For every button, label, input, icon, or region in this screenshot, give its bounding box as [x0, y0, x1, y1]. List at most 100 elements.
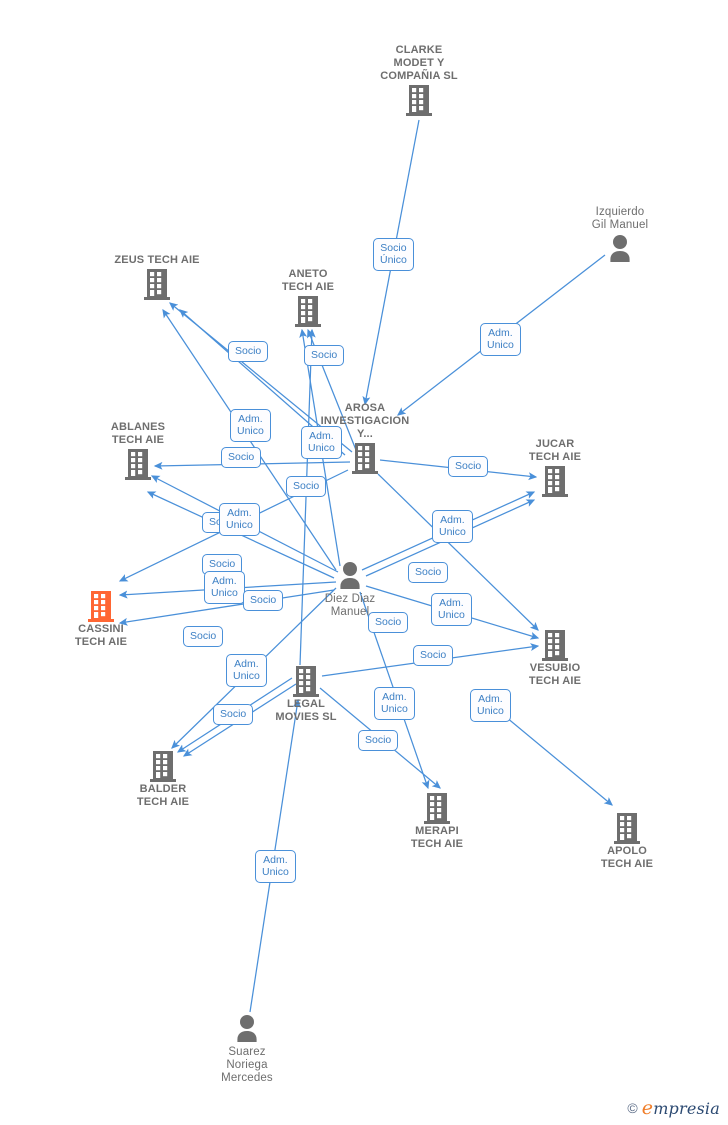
building-icon: [349, 83, 489, 117]
relation-label-line: Adm.: [382, 691, 407, 703]
node-jucar[interactable]: JUCAR TECH AIE: [485, 438, 625, 498]
node-label: APOLO TECH AIE: [600, 845, 654, 870]
relation-label-line: Socio: [311, 349, 338, 361]
relation-label-r16[interactable]: Socio: [243, 590, 284, 611]
node-label: Suarez Noriega Mercedes: [221, 1046, 273, 1084]
relation-label-line: Socio: [209, 558, 236, 570]
relation-label-line: Socio: [420, 649, 447, 661]
relation-label-line: Unico: [477, 705, 504, 717]
relation-label-r05[interactable]: Adm. Unico: [230, 409, 271, 442]
relation-label-r20[interactable]: Socio: [413, 645, 454, 666]
empresia-logo: empresia: [642, 1097, 720, 1119]
node-izquierdo[interactable]: Izquierdo Gil Manuel: [550, 206, 690, 266]
relation-label-r23[interactable]: Adm. Unico: [470, 689, 511, 722]
relation-label-line: Unico: [237, 425, 264, 437]
relation-label-line: Único: [380, 254, 407, 266]
building-icon: [238, 294, 378, 328]
relation-label-line: Unico: [262, 866, 289, 878]
relation-label-line: Socio: [365, 734, 392, 746]
copyright-icon: ©: [627, 1100, 638, 1116]
person-icon: [177, 1012, 317, 1046]
building-icon: [485, 628, 625, 662]
node-ablanes[interactable]: ABLANES TECH AIE: [68, 421, 208, 481]
relation-label-r03[interactable]: Socio: [228, 341, 269, 362]
node-vesubio[interactable]: VESUBIO TECH AIE: [485, 628, 625, 688]
relation-label-line: Unico: [438, 609, 465, 621]
building-icon: [68, 447, 208, 481]
node-aneto[interactable]: ANETO TECH AIE: [238, 268, 378, 328]
relation-label-line: Unico: [439, 526, 466, 538]
network-graph-canvas[interactable]: CLARKE MODET Y COMPAÑIA SL Izquierdo Gil Man…: [0, 0, 728, 1125]
relation-label-line: Socio: [228, 451, 255, 463]
node-label: VESUBIO TECH AIE: [528, 662, 582, 687]
relation-label-line: Unico: [226, 519, 253, 531]
relation-label-r11[interactable]: Adm. Unico: [219, 503, 260, 536]
node-label: JUCAR TECH AIE: [528, 438, 582, 463]
node-apolo[interactable]: APOLO TECH AIE: [557, 811, 697, 871]
relation-label-r21[interactable]: Adm. Unico: [226, 654, 267, 687]
node-suarez[interactable]: Suarez Noriega Mercedes: [177, 1012, 317, 1085]
node-merapi[interactable]: MERAPI TECH AIE: [367, 791, 507, 851]
relation-label-line: Socio: [235, 345, 262, 357]
building-icon: [87, 267, 227, 301]
relation-label-r25[interactable]: Socio: [358, 730, 399, 751]
relation-label-r15[interactable]: Adm. Unico: [204, 571, 245, 604]
empresia-logo-initial: e: [641, 1097, 654, 1119]
relation-label-r02[interactable]: Adm. Unico: [480, 323, 521, 356]
relation-label-line: Socio: [415, 566, 442, 578]
relation-label-line: Socio: [250, 594, 277, 606]
relation-label-r06[interactable]: Adm. Unico: [301, 426, 342, 459]
person-icon: [280, 559, 420, 593]
relation-label-r04[interactable]: Socio: [304, 345, 345, 366]
node-label: Izquierdo Gil Manuel: [591, 206, 649, 231]
node-diez[interactable]: Diez Diaz Manuel: [280, 559, 420, 619]
edge-vesubio-to-apolo: [499, 711, 613, 806]
relation-label-line: Adm.: [309, 430, 334, 442]
node-label: BALDER TECH AIE: [136, 783, 190, 808]
relation-label-line: Adm.: [227, 507, 252, 519]
person-icon: [550, 232, 690, 266]
relation-label-line: Unico: [381, 703, 408, 715]
node-cassini[interactable]: CASSINI TECH AIE: [31, 589, 171, 649]
building-icon: [557, 811, 697, 845]
relation-label-line: Adm.: [488, 327, 513, 339]
relation-label-r12[interactable]: Adm. Unico: [432, 510, 473, 543]
relation-label-r24[interactable]: Socio: [213, 704, 254, 725]
relation-label-r01[interactable]: Socio Único: [373, 238, 414, 271]
relation-label-r07[interactable]: Socio: [221, 447, 262, 468]
relation-label-r26[interactable]: Adm. Unico: [255, 850, 296, 883]
relation-label-line: Unico: [308, 442, 335, 454]
building-icon: [31, 589, 171, 623]
relation-label-line: Adm.: [234, 658, 259, 670]
watermark: © empresia: [627, 1097, 720, 1119]
relation-label-r18[interactable]: Socio: [368, 612, 409, 633]
node-clarke[interactable]: CLARKE MODET Y COMPAÑIA SL: [349, 44, 489, 117]
relation-label-line: Adm.: [263, 854, 288, 866]
relation-label-line: Adm.: [238, 413, 263, 425]
relation-label-r19[interactable]: Socio: [183, 626, 224, 647]
node-label: ANETO TECH AIE: [281, 268, 335, 293]
relation-label-r17[interactable]: Adm. Unico: [431, 593, 472, 626]
node-label: CASSINI TECH AIE: [74, 623, 128, 648]
node-label: ZEUS TECH AIE: [114, 254, 200, 266]
relation-label-line: Adm.: [478, 693, 503, 705]
relation-label-r22[interactable]: Adm. Unico: [374, 687, 415, 720]
relation-label-line: Socio: [455, 460, 482, 472]
relation-label-line: Unico: [211, 587, 238, 599]
relation-label-line: Socio: [190, 630, 217, 642]
relation-label-r08[interactable]: Socio: [448, 456, 489, 477]
node-zeus[interactable]: ZEUS TECH AIE: [87, 254, 227, 301]
node-label: CLARKE MODET Y COMPAÑIA SL: [380, 44, 458, 82]
relation-label-line: Socio: [220, 708, 247, 720]
relation-label-line: Socio: [375, 616, 402, 628]
building-icon: [93, 749, 233, 783]
relation-label-r13[interactable]: Socio: [408, 562, 449, 583]
node-balder[interactable]: BALDER TECH AIE: [93, 749, 233, 809]
node-label: ABLANES TECH AIE: [110, 421, 166, 446]
node-label: LEGAL MOVIES SL: [275, 698, 337, 723]
empresia-logo-rest: mpresia: [653, 1099, 720, 1118]
relation-label-r09[interactable]: Socio: [286, 476, 327, 497]
relation-label-line: Socio: [293, 480, 320, 492]
relation-label-line: Unico: [487, 339, 514, 351]
relation-label-line: Unico: [233, 670, 260, 682]
